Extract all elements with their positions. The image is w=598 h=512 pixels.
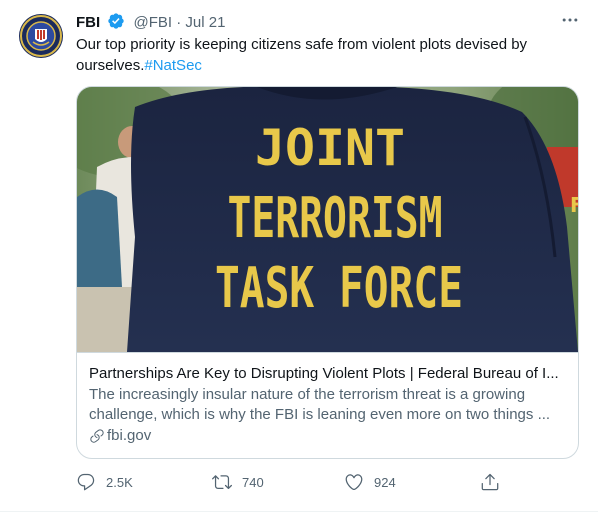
tweet-actions: 2.5K 740 924 bbox=[76, 470, 516, 494]
tweet-time[interactable]: Jul 21 bbox=[185, 14, 225, 31]
card-domain-text: fbi.gov bbox=[107, 427, 152, 444]
retweet-icon bbox=[212, 475, 232, 490]
card-description: The increasingly insular nature of the t… bbox=[89, 385, 566, 425]
card-body[interactable]: Partnerships Are Key to Disrupting Viole… bbox=[77, 352, 578, 458]
reply-count: 2.5K bbox=[106, 474, 133, 490]
reply-icon bbox=[77, 473, 95, 491]
jacket-text-task-force: TASK FORCE bbox=[215, 256, 463, 321]
card-image[interactable]: F JOINT TERRORISM TASK FORCE bbox=[77, 87, 578, 352]
tweet-header: FBI @FBI · Jul 21 bbox=[76, 12, 578, 32]
card-description-line1: The increasingly insular nature of the t… bbox=[89, 386, 526, 403]
separator-dot: · bbox=[176, 14, 182, 31]
share-icon bbox=[481, 473, 499, 491]
more-icon[interactable] bbox=[558, 10, 582, 30]
reply-button[interactable]: 2.5K bbox=[76, 470, 133, 494]
fbi-seal-avatar bbox=[19, 14, 63, 58]
retweet-button[interactable]: 740 bbox=[212, 470, 264, 494]
author-handle[interactable]: @FBI bbox=[134, 14, 173, 31]
link-icon bbox=[90, 429, 104, 443]
link-card[interactable]: F JOINT TERRORISM TASK FORCE Partnership… bbox=[76, 86, 579, 459]
like-button[interactable]: 924 bbox=[344, 470, 396, 494]
like-icon bbox=[345, 474, 363, 491]
avatar[interactable] bbox=[17, 12, 65, 60]
card-description-line2: challenge, which is why the FBI is leani… bbox=[89, 406, 551, 423]
card-domain: fbi.gov bbox=[89, 426, 566, 446]
author-name[interactable]: FBI bbox=[76, 14, 100, 31]
tweet[interactable]: FBI @FBI · Jul 21 Our top priority is ke… bbox=[0, 0, 598, 512]
svg-text:F: F bbox=[570, 193, 578, 217]
card-title: Partnerships Are Key to Disrupting Viole… bbox=[89, 365, 559, 382]
tweet-text: Our top priority is keeping citizens saf… bbox=[76, 34, 576, 76]
jacket-text-terrorism: TERRORISM bbox=[228, 186, 443, 251]
verified-badge-icon bbox=[107, 12, 125, 36]
retweet-count: 740 bbox=[242, 474, 264, 490]
share-button[interactable] bbox=[480, 470, 510, 494]
jacket-text-joint: JOINT bbox=[255, 119, 405, 177]
hashtag-link[interactable]: #NatSec bbox=[144, 57, 202, 74]
like-count: 924 bbox=[374, 474, 396, 490]
